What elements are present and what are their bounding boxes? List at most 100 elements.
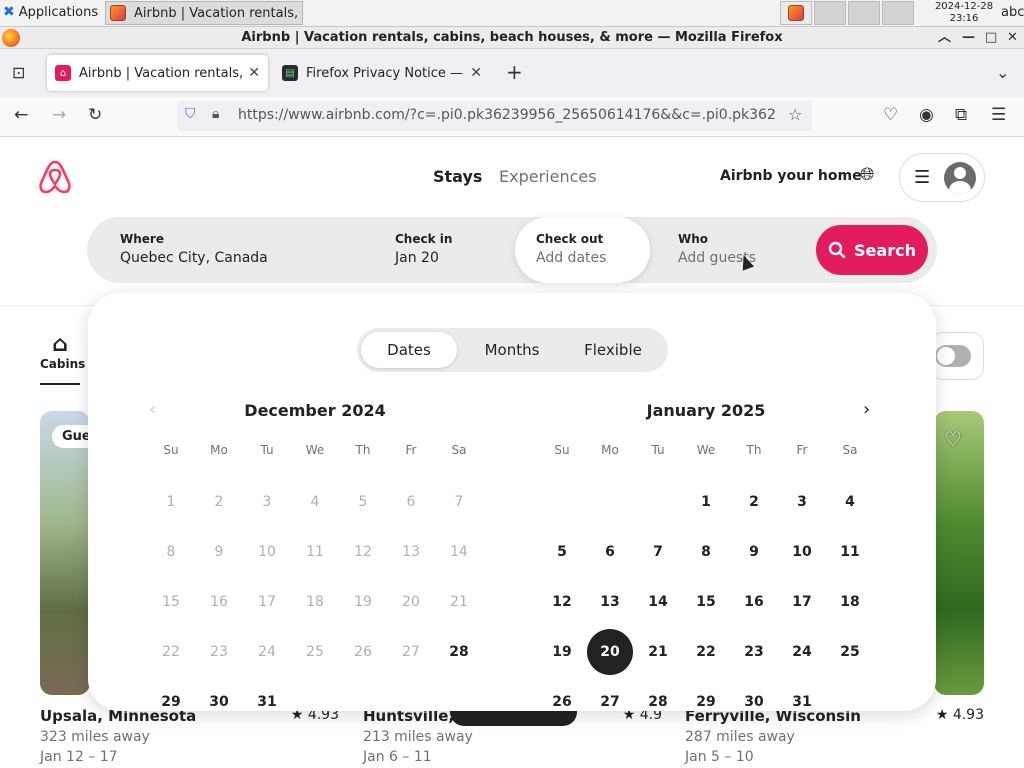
calendar-day-selected[interactable]: 20: [586, 627, 634, 677]
check-out-field[interactable]: Check out Add dates: [515, 217, 650, 283]
url-bar[interactable]: ⛉ 🔒︎ https://www.airbnb.com/?c=.pi0.pk36…: [177, 101, 812, 131]
calendar-day[interactable]: 29: [682, 677, 730, 727]
airbnb-logo-icon[interactable]: [38, 159, 72, 199]
calendar-day[interactable]: 12: [538, 577, 586, 627]
calendar-day-number: 3: [797, 494, 807, 510]
calendar-day[interactable]: 15: [682, 577, 730, 627]
nav-experiences[interactable]: Experiences: [499, 167, 597, 186]
calendar-day-number: 26: [354, 644, 372, 660]
globe-icon[interactable]: 🌐︎: [860, 164, 874, 185]
calendar-day[interactable]: 11: [826, 527, 874, 577]
calendar-day[interactable]: 30: [730, 677, 778, 727]
calendar-day[interactable]: 2: [730, 477, 778, 527]
tracking-shield-icon[interactable]: ⛉: [185, 106, 196, 122]
window-minimize-icon[interactable]: —: [962, 27, 975, 48]
calendar-day[interactable]: 24: [778, 627, 826, 677]
calendar-day[interactable]: 22: [682, 627, 730, 677]
listing-distance: 213 miles away: [363, 729, 473, 745]
back-arrow-icon[interactable]: ←: [14, 105, 28, 125]
calendar-day[interactable]: 4: [826, 477, 874, 527]
calendar-day: 26: [339, 627, 387, 677]
calendar-day[interactable]: 23: [730, 627, 778, 677]
new-tab-icon[interactable]: +: [506, 60, 523, 84]
window-close-icon[interactable]: ✕: [1007, 27, 1018, 48]
calendar-day[interactable]: 28: [634, 677, 682, 727]
toggle-knob: [935, 345, 971, 367]
workspace-1[interactable]: [780, 1, 812, 25]
calendar-day[interactable]: 17: [778, 577, 826, 627]
calendar-day[interactable]: 13: [586, 577, 634, 627]
calendar-day[interactable]: 1: [682, 477, 730, 527]
reload-icon[interactable]: ↻: [88, 105, 102, 125]
calendar-day[interactable]: 7: [634, 527, 682, 577]
window-maximize-icon[interactable]: □: [985, 27, 997, 48]
window-shade-icon[interactable]: ︿: [938, 27, 951, 48]
calendar-day[interactable]: 29: [147, 677, 195, 727]
who-field[interactable]: Who Add guests: [678, 217, 756, 283]
hamburger-menu-icon: ☰: [914, 167, 931, 188]
calendar-day[interactable]: 31: [243, 677, 291, 727]
tab-months[interactable]: Months: [463, 332, 561, 368]
applications-menu[interactable]: ✖ Applications: [3, 4, 98, 20]
check-in-field[interactable]: Check in Jan 20: [395, 217, 452, 283]
profile-menu-button[interactable]: ☰: [899, 153, 985, 202]
calendar-day[interactable]: 5: [538, 527, 586, 577]
workspace-2[interactable]: [814, 1, 846, 25]
check-in-label: Check in: [395, 232, 453, 246]
tab-privacy-notice[interactable]: ▤ Firefox Privacy Notice — M ✕: [274, 55, 490, 91]
listing-photo[interactable]: [934, 411, 984, 695]
pocket-icon[interactable]: ♡: [883, 105, 898, 125]
calendar-day[interactable]: 25: [826, 627, 874, 677]
calendar-day[interactable]: 28: [435, 627, 483, 677]
listing-photo[interactable]: [40, 411, 90, 695]
search-button[interactable]: Search: [816, 225, 928, 275]
calendar-day[interactable]: 26: [538, 677, 586, 727]
where-field[interactable]: Where Quebec City, Canada: [120, 217, 268, 283]
tab-overview-icon[interactable]: ⊡: [12, 63, 25, 82]
nav-stays[interactable]: Stays: [433, 167, 482, 186]
clock-date: 2024-12-28: [934, 1, 994, 12]
favorite-heart-icon[interactable]: ♡: [944, 427, 962, 451]
calendar-day[interactable]: 9: [730, 527, 778, 577]
keyboard-layout[interactable]: abc: [1001, 5, 1024, 20]
calendar-day[interactable]: 16: [730, 577, 778, 627]
lock-icon[interactable]: 🔒︎: [212, 106, 219, 122]
workspace-3[interactable]: [848, 1, 880, 25]
forward-arrow-icon[interactable]: →: [52, 105, 66, 125]
tab-close-icon[interactable]: ✕: [248, 65, 260, 81]
calendar-day-number: 22: [696, 644, 716, 660]
calendar-day[interactable]: 31: [778, 677, 826, 727]
calendar-day[interactable]: 21: [634, 627, 682, 677]
calendar-day: 25: [291, 627, 339, 677]
account-icon[interactable]: ◉: [919, 105, 934, 125]
calendar-day[interactable]: 27: [586, 677, 634, 727]
tab-flexible[interactable]: Flexible: [563, 332, 663, 368]
calendar-day[interactable]: 14: [634, 577, 682, 627]
calendar-day[interactable]: 30: [195, 677, 243, 727]
calendar-day[interactable]: 10: [778, 527, 826, 577]
taskbar-window-button[interactable]: Airbnb | Vacation rentals, ...: [105, 1, 303, 25]
calendar-day[interactable]: 6: [586, 527, 634, 577]
tab-dates[interactable]: Dates: [361, 332, 457, 368]
airbnb-favicon-icon: ⌂: [55, 65, 71, 81]
display-total-toggle[interactable]: [930, 332, 984, 380]
airbnb-your-home-link[interactable]: Airbnb your home: [720, 168, 862, 184]
clock[interactable]: 2024-12-28 23:16: [934, 1, 994, 25]
app-menu-icon[interactable]: ☰: [991, 105, 1006, 125]
calendar-day[interactable]: 19: [538, 627, 586, 677]
extensions-icon[interactable]: ⧉: [955, 105, 967, 125]
calendar-day-number: 29: [696, 694, 716, 710]
calendar-day[interactable]: 8: [682, 527, 730, 577]
calendar-day-number: 25: [306, 644, 324, 660]
tab-airbnb[interactable]: ⌂ Airbnb | Vacation rentals, c ✕: [47, 55, 268, 91]
workspace-4[interactable]: [882, 1, 914, 25]
weekday-label: Th: [746, 443, 762, 457]
list-tabs-chevron-down-icon[interactable]: ⌄: [996, 63, 1009, 82]
tab-close-icon[interactable]: ✕: [470, 65, 482, 81]
category-cabins[interactable]: ⌂ Cabins: [40, 332, 85, 385]
calendar-day[interactable]: 18: [826, 577, 874, 627]
calendar-day[interactable]: 3: [778, 477, 826, 527]
check-in-value: Jan 20: [395, 250, 439, 266]
bookmark-star-icon[interactable]: ☆: [788, 105, 802, 124]
calendar-day-number: 6: [406, 494, 416, 510]
